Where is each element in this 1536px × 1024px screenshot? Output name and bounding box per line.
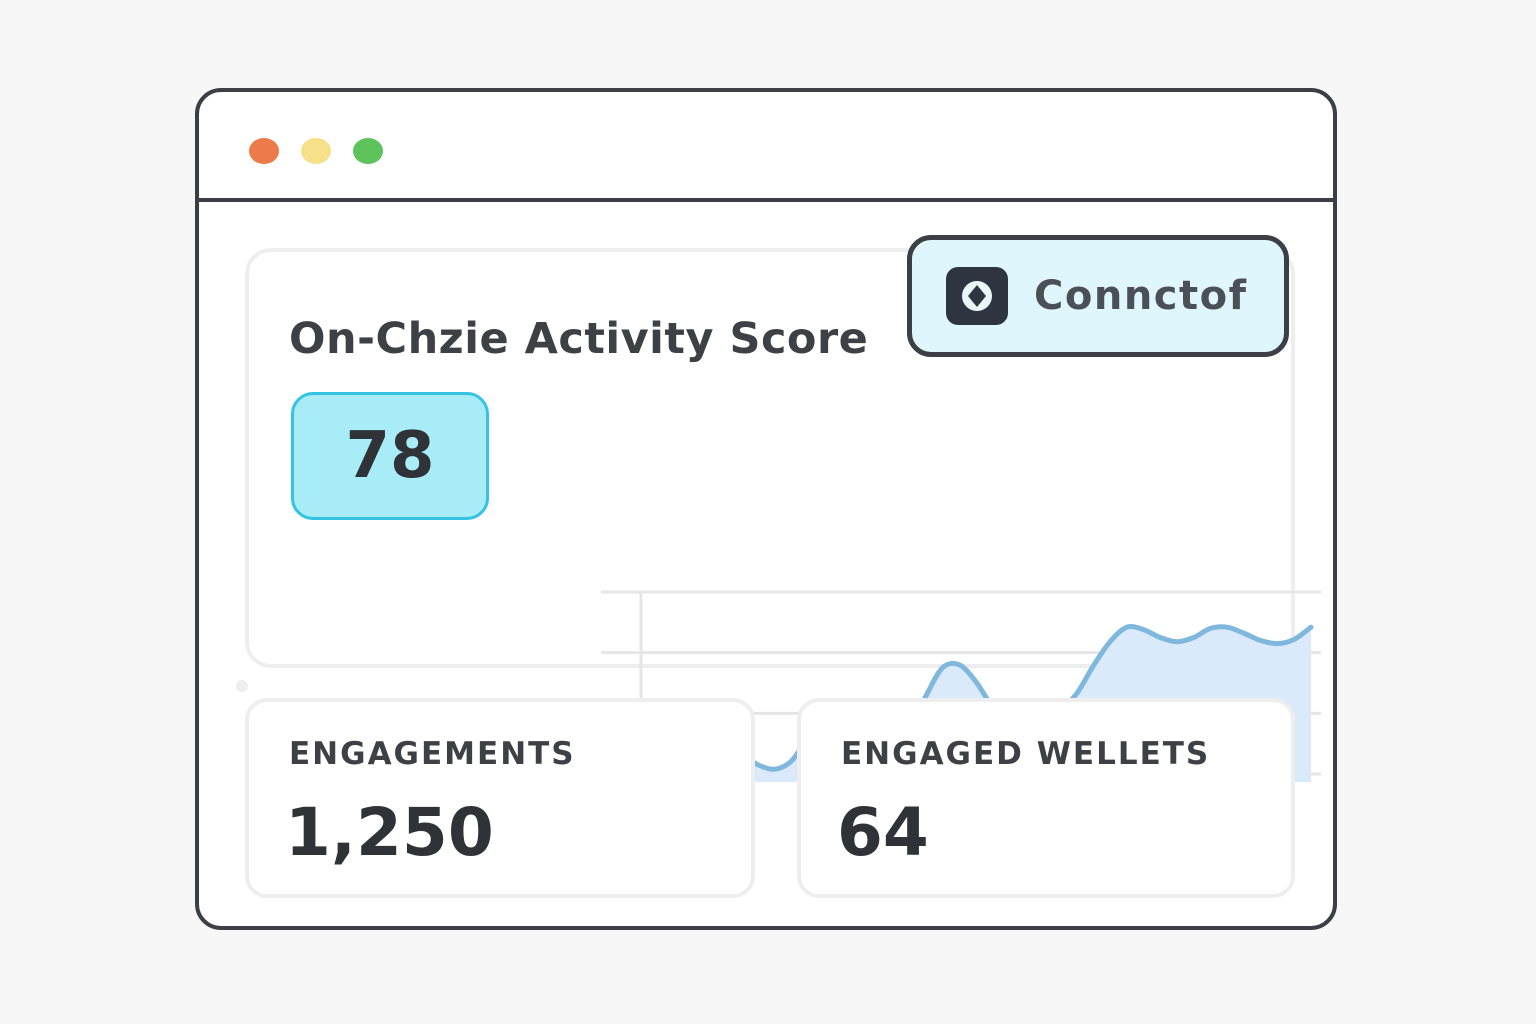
connect-button-label: Connctof [1034, 273, 1248, 319]
activity-score-value: 78 [291, 392, 489, 520]
minimize-window-button[interactable] [301, 138, 331, 164]
engagements-value: 1,250 [285, 794, 494, 871]
app-window: On-Chzie Activity Score 78 Connctof ENGA… [195, 88, 1337, 930]
engaged-wallets-value: 64 [837, 794, 929, 871]
connect-button[interactable]: Connctof [907, 235, 1289, 357]
engagements-label: ENGAGEMENTS [289, 736, 576, 772]
engaged-wallets-label: ENGAGED WELLETS [841, 736, 1211, 772]
engagements-card: ENGAGEMENTS 1,250 [245, 698, 755, 898]
wallet-icon [946, 267, 1008, 325]
close-window-button[interactable] [249, 138, 279, 164]
engaged-wallets-card: ENGAGED WELLETS 64 [797, 698, 1295, 898]
title-bar [199, 92, 1333, 202]
decorative-dot [236, 680, 248, 692]
activity-score-title: On-Chzie Activity Score [289, 314, 869, 364]
maximize-window-button[interactable] [353, 138, 383, 164]
